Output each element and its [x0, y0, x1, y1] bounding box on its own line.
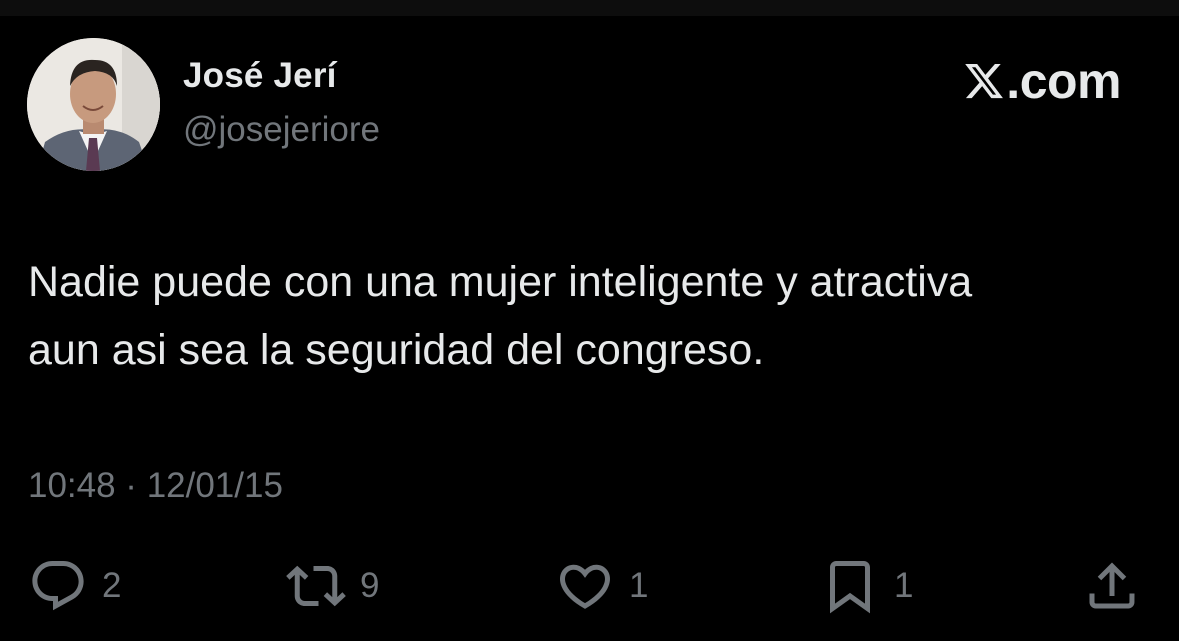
like-count: 1: [629, 566, 649, 605]
retweet-icon: [286, 565, 346, 607]
reply-icon: [32, 561, 84, 611]
heart-icon: [559, 564, 611, 609]
retweet-count: 9: [360, 566, 380, 605]
avatar[interactable]: [27, 38, 160, 171]
profile-photo: [27, 38, 160, 171]
like-button[interactable]: 1: [555, 556, 648, 616]
bookmark-icon: [830, 561, 870, 614]
share-button[interactable]: [1082, 556, 1142, 616]
brand-watermark: .com: [963, 52, 1121, 110]
bookmark-button[interactable]: 1: [820, 556, 913, 616]
tweet-text: Nadie puede con una mujer inteligente y …: [28, 258, 973, 374]
tweet-timestamp[interactable]: 10:48 · 12/01/15: [28, 466, 283, 506]
share-icon: [1089, 562, 1135, 609]
author-name[interactable]: José Jerí: [183, 56, 337, 96]
bookmark-count: 1: [894, 566, 914, 605]
reply-count: 2: [102, 566, 122, 605]
author-handle[interactable]: @josejeriore: [183, 110, 380, 150]
x-logo-icon: [965, 63, 1004, 99]
brand-text: .com: [1006, 53, 1121, 109]
action-bar: 2 9 1 1: [0, 556, 1179, 616]
reply-button[interactable]: 2: [28, 556, 121, 616]
retweet-button[interactable]: 9: [286, 556, 379, 616]
top-bar: [0, 0, 1179, 16]
